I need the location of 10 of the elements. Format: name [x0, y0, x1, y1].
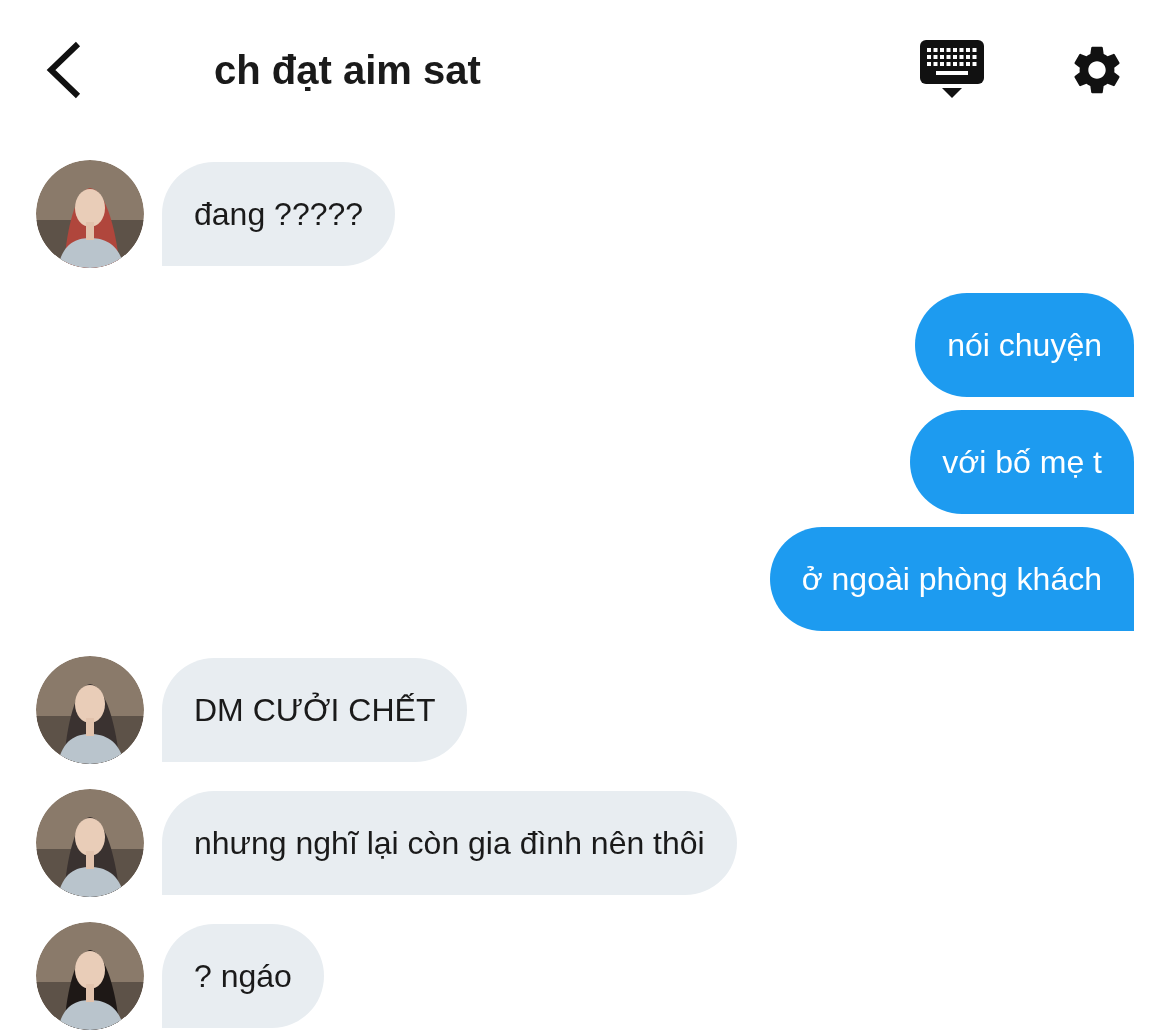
message-bubble: đang ????? — [162, 162, 396, 266]
message-bubble: ở ngoài phòng khách — [769, 527, 1134, 631]
chat-title: ch đạt aim sat — [214, 47, 482, 93]
message-bubble: nhưng nghĩ lại còn gia đình nên thôi — [162, 791, 737, 895]
keyboard-button[interactable] — [920, 40, 984, 100]
message-bubble: DM CƯỞI CHẾT — [162, 658, 468, 762]
message-bubble: ? ngáo — [162, 924, 324, 1028]
message-bubble: với bố mẹ t — [910, 410, 1134, 514]
keyboard-icon — [920, 40, 984, 100]
message-bubble: nói chuyện — [915, 293, 1134, 397]
